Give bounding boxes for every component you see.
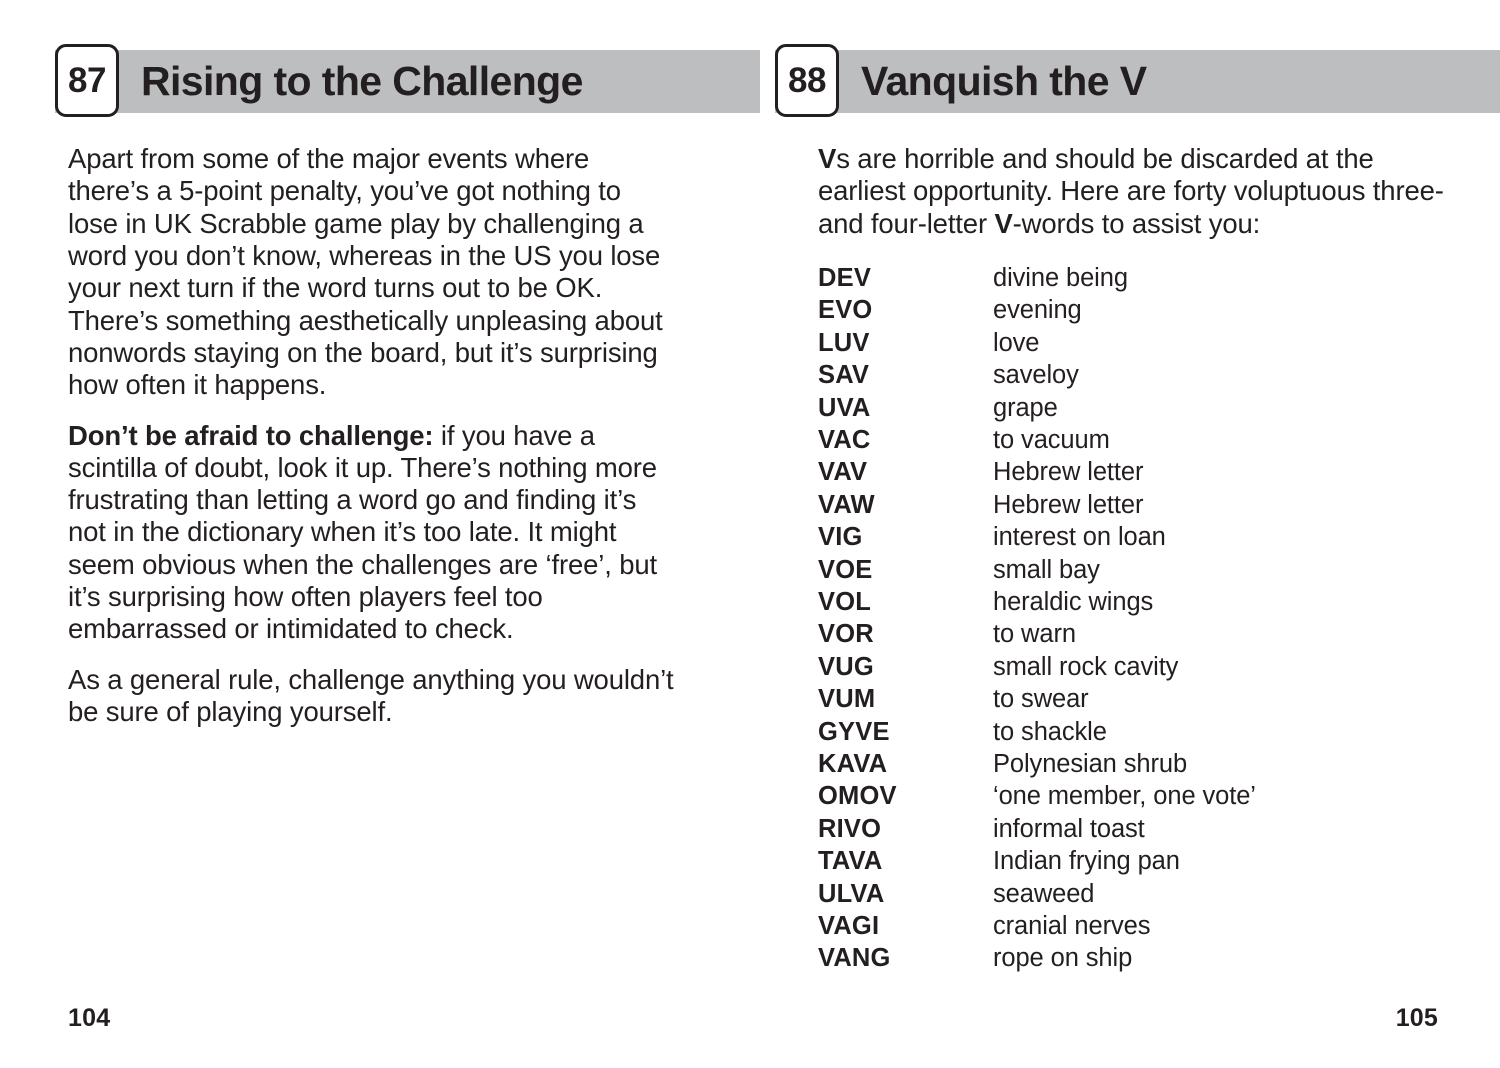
tip-title-left: Rising to the Challenge: [141, 58, 583, 104]
word-term: VAC: [818, 425, 871, 454]
word-term: OMOV: [818, 782, 897, 811]
word-term: LUV: [818, 328, 870, 357]
word-list-row: UVA grape: [818, 392, 1463, 424]
word-definition: grape: [993, 393, 1058, 422]
word-list-row: EVO evening: [818, 294, 1463, 326]
paragraph-1-text: Apart from some of the major events wher…: [68, 143, 663, 401]
paragraph-3-text: As a general rule, challenge anything yo…: [68, 663, 674, 727]
word-list-row: GYVE to shackle: [818, 716, 1463, 748]
word-term: VIG: [818, 523, 863, 552]
word-term: VAV: [818, 458, 868, 487]
intro-bold-letter: V: [994, 207, 1013, 239]
word-definition: saveloy: [993, 361, 1079, 390]
tip-number-badge-left: 87: [55, 44, 119, 117]
word-list-row: VUG small rock cavity: [818, 651, 1463, 683]
word-definition: to vacuum: [993, 425, 1110, 454]
paragraph-1: Apart from some of the major events wher…: [68, 143, 676, 402]
v-words-table: DEV divine being EVO evening LUV love SAV savel…: [818, 262, 1463, 975]
word-list-row: VOL heraldic wings: [818, 586, 1463, 618]
v-words-table-body: DEV divine being EVO evening LUV love SAV savel…: [818, 262, 1463, 975]
word-definition: interest on loan: [993, 523, 1166, 552]
word-definition: evening: [993, 296, 1082, 325]
word-term: VAW: [818, 490, 875, 519]
word-term: UVA: [818, 393, 871, 422]
word-term: VUM: [818, 685, 876, 714]
word-definition: to swear: [993, 685, 1089, 714]
word-list-row: VAGI cranial nerves: [818, 910, 1463, 942]
word-definition: small bay: [993, 555, 1100, 584]
word-definition: rope on ship: [993, 944, 1133, 973]
word-definition: to warn: [993, 620, 1076, 649]
paragraph-2-text: if you have a scintilla of doubt, look i…: [68, 419, 657, 645]
word-term: VANG: [818, 944, 891, 973]
word-list-row: VAV Hebrew letter: [818, 456, 1463, 488]
word-definition: small rock cavity: [993, 652, 1179, 681]
word-term: DEV: [818, 263, 872, 292]
right-page-body: Vs are horrible and should be discarded …: [818, 143, 1463, 975]
right-page: 88 Vanquish the V Vs are horrible and sh…: [760, 0, 1500, 1068]
word-definition: heraldic wings: [993, 588, 1154, 616]
word-term: GYVE: [818, 717, 890, 746]
word-definition: to shackle: [993, 717, 1107, 746]
folio-right: 105: [1395, 1004, 1438, 1032]
word-term: VOR: [818, 620, 874, 649]
word-definition: Polynesian shrub: [993, 750, 1188, 779]
intro-text-part2: -words to assist you:: [1012, 207, 1261, 239]
word-list-row: LUV love: [818, 327, 1463, 359]
word-list-row: KAVA Polynesian shrub: [818, 748, 1463, 780]
word-list-row: VAW Hebrew letter: [818, 489, 1463, 521]
word-definition: love: [993, 328, 1040, 357]
word-list-row: SAV saveloy: [818, 359, 1463, 391]
book-spread: 87 Rising to the Challenge Apart from so…: [0, 0, 1500, 1068]
word-term: VUG: [818, 652, 874, 681]
word-term: ULVA: [818, 879, 885, 908]
word-definition: seaweed: [993, 879, 1095, 908]
tip-number-badge-right: 88: [775, 44, 839, 117]
tip-header-right: 88 Vanquish the V: [775, 44, 1500, 117]
word-list-row: VUM to swear: [818, 683, 1463, 715]
word-definition: Hebrew letter: [993, 458, 1144, 487]
folio-left: 104: [68, 1004, 111, 1032]
word-definition: Hebrew letter: [993, 490, 1144, 519]
word-list-row: VANG rope on ship: [818, 942, 1463, 974]
word-list-row: VOE small bay: [818, 554, 1463, 586]
word-term: TAVA: [818, 847, 883, 876]
word-definition: cranial nerves: [993, 912, 1151, 941]
left-page-body: Apart from some of the major events wher…: [68, 143, 676, 728]
word-definition: Indian frying pan: [993, 847, 1180, 876]
word-definition: informal toast: [993, 814, 1145, 843]
word-definition: divine being: [993, 263, 1128, 292]
word-term: VAGI: [818, 912, 880, 941]
paragraph-2-lead: Don’t be afraid to challenge:: [68, 419, 434, 451]
paragraph-3: As a general rule, challenge anything yo…: [68, 664, 676, 729]
tip-header-left: 87 Rising to the Challenge: [55, 44, 760, 117]
word-term: VOE: [818, 555, 873, 584]
word-list-row: DEV divine being: [818, 262, 1463, 294]
word-list-row: TAVA Indian frying pan: [818, 845, 1463, 877]
word-list-row: VAC to vacuum: [818, 424, 1463, 456]
word-term: SAV: [818, 361, 870, 390]
intro-paragraph: Vs are horrible and should be discarded …: [818, 143, 1463, 240]
word-term: KAVA: [818, 750, 888, 779]
word-term: EVO: [818, 296, 873, 325]
word-term: VOL: [818, 588, 872, 616]
word-definition: ‘one member, one vote’: [993, 782, 1256, 811]
word-list-row: ULVA seaweed: [818, 878, 1463, 910]
paragraph-2: Don’t be afraid to challenge: if you hav…: [68, 420, 676, 646]
intro-lead-letter: V: [818, 143, 837, 174]
word-list-row: VOR to warn: [818, 618, 1463, 650]
word-term: RIVO: [818, 814, 882, 843]
word-list-row: VIG interest on loan: [818, 521, 1463, 553]
word-list-row: RIVO informal toast: [818, 813, 1463, 845]
tip-title-right: Vanquish the V: [861, 58, 1147, 104]
left-page: 87 Rising to the Challenge Apart from so…: [0, 0, 760, 1068]
word-list-row: OMOV ‘one member, one vote’: [818, 780, 1463, 812]
